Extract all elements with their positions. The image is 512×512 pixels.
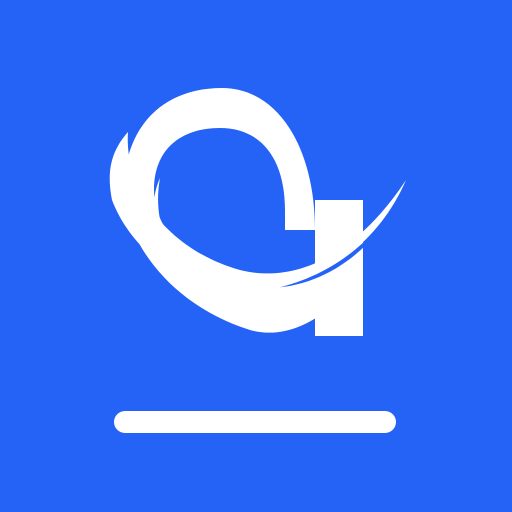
a-swoosh-logo-icon (109, 88, 407, 336)
underline-bar (114, 411, 396, 433)
app-icon[interactable] (0, 0, 512, 512)
